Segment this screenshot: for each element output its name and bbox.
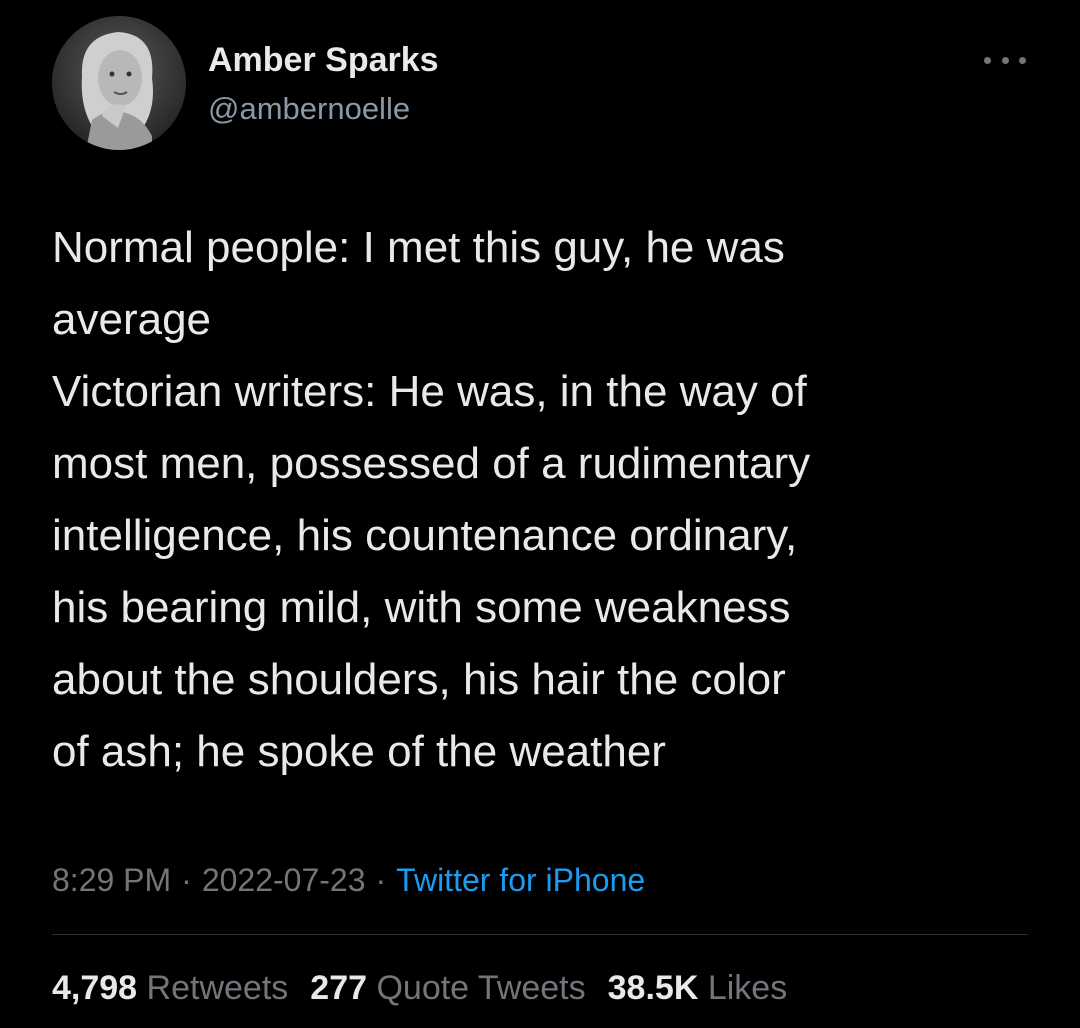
quotes-label: Quote Tweets	[376, 969, 586, 1007]
author-name[interactable]: Amber Sparks	[208, 40, 439, 80]
retweets-label: Retweets	[146, 969, 289, 1007]
tweet-card: Amber Sparks @ambernoelle Normal people:…	[0, 0, 1080, 1028]
tweet-line: average	[52, 295, 212, 344]
dot	[984, 56, 991, 64]
divider	[52, 934, 1028, 935]
likes-stat[interactable]: 38.5K Likes	[608, 969, 788, 1007]
tweet-source-link[interactable]: Twitter for iPhone	[396, 862, 645, 898]
tweet-line: his bearing mild, with some weakness	[52, 583, 791, 632]
tweet-line: intelligence, his countenance ordinary,	[52, 511, 798, 560]
avatar[interactable]	[52, 16, 186, 150]
more-options-icon[interactable]	[984, 50, 1026, 70]
dot	[1001, 56, 1009, 64]
meta-separator: ·	[375, 862, 387, 898]
dot	[1019, 56, 1026, 64]
tweet-line: Normal people: I met this guy, he was	[52, 223, 785, 272]
likes-label: Likes	[707, 969, 788, 1007]
retweets-stat[interactable]: 4,798 Retweets	[52, 969, 288, 1007]
quotes-stat[interactable]: 277 Quote Tweets	[310, 969, 585, 1007]
retweets-count: 4,798	[52, 969, 138, 1007]
tweet-line: about the shoulders, his hair the color	[52, 655, 786, 704]
author-handle[interactable]: @ambernoelle	[208, 90, 410, 128]
tweet-time[interactable]: 8:29 PM	[52, 862, 171, 898]
tweet-meta: 8:29 PM · 2022-07-23 · Twitter for iPhone	[52, 858, 645, 902]
likes-count: 38.5K	[607, 969, 699, 1007]
meta-separator: ·	[181, 862, 192, 898]
tweet-line: Victorian writers: He was, in the way of	[52, 367, 807, 416]
tweet-stats: 4,798 Retweets 277 Quote Tweets 38.5K Like…	[52, 966, 809, 1010]
tweet-date[interactable]: 2022-07-23	[202, 862, 366, 898]
tweet-line: of ash; he spoke of the weather	[52, 727, 666, 776]
tweet-text: Normal people: I met this guy, he was av…	[52, 212, 1042, 788]
quotes-count: 277	[310, 969, 368, 1007]
tweet-line: most men, possessed of a rudimentary	[52, 439, 811, 488]
